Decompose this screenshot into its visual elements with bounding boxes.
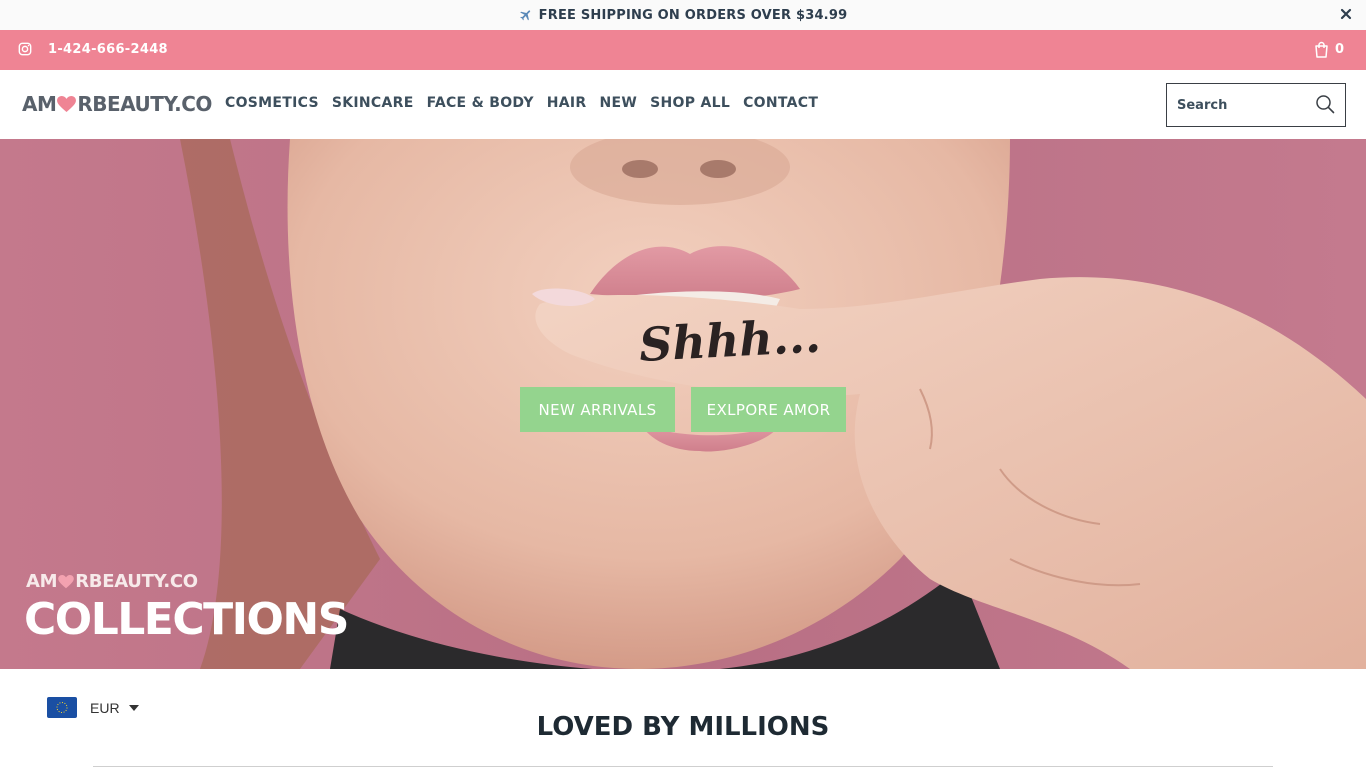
cart-count: 0 [1334,42,1344,57]
cart-button[interactable]: 0 [1314,41,1344,58]
logo-text-part2: RBEAUTY.CO [77,92,212,116]
search-box [1166,83,1346,127]
close-icon[interactable] [1338,6,1354,22]
hero-brand-part2: RBEAUTY.CO [75,571,198,592]
heart-icon [57,95,77,112]
shopping-bag-icon [1315,41,1328,58]
announcement-text-wrap: FREE SHIPPING ON ORDERS OVER $34.99 [519,8,848,23]
explore-amor-button[interactable]: EXLPORE AMOR [691,387,846,432]
nav-item-skincare[interactable]: SKINCARE [332,95,414,111]
announcement-text: FREE SHIPPING ON ORDERS OVER $34.99 [538,7,848,23]
nav-item-hair[interactable]: HAIR [547,95,587,111]
hero-brand: AM RBEAUTY.CO [26,571,198,592]
section-title: LOVED BY MILLIONS [536,712,830,742]
instagram-icon[interactable] [18,42,32,56]
logo-text-part1: AM [22,92,57,116]
phone-number[interactable]: 1-424-666-2448 [48,42,168,57]
logo[interactable]: AM RBEAUTY.CO [22,92,212,116]
utility-bar: 1-424-666-2448 0 [0,30,1366,70]
section-divider [93,766,1273,767]
main-nav: COSMETICS SKINCARE FACE & BODY HAIR NEW … [225,95,818,111]
caret-down-icon [128,704,139,711]
announcement-bar: FREE SHIPPING ON ORDERS OVER $34.99 [0,0,1366,30]
hero-brand-part1: AM [26,571,58,592]
nav-item-contact[interactable]: CONTACT [743,95,818,111]
site-header: AM RBEAUTY.CO COSMETICS SKINCARE FACE & … [0,70,1366,139]
nav-item-new[interactable]: NEW [600,95,638,111]
airplane-icon [519,10,530,21]
search-input[interactable] [1167,85,1307,125]
hero-collections-title: COLLECTIONS [24,594,349,645]
hero-image: Shhh... [0,139,1366,669]
hero-banner: Shhh... NEW ARRIVALS EXLPORE AMOR AM RBE… [0,139,1366,669]
search-icon[interactable] [1315,94,1335,114]
new-arrivals-button[interactable]: NEW ARRIVALS [520,387,675,432]
nav-item-cosmetics[interactable]: COSMETICS [225,95,319,111]
heart-icon [58,574,75,588]
finger-text: Shhh... [638,309,822,372]
nav-item-face-body[interactable]: FACE & BODY [427,95,534,111]
nav-item-shop-all[interactable]: SHOP ALL [650,95,730,111]
